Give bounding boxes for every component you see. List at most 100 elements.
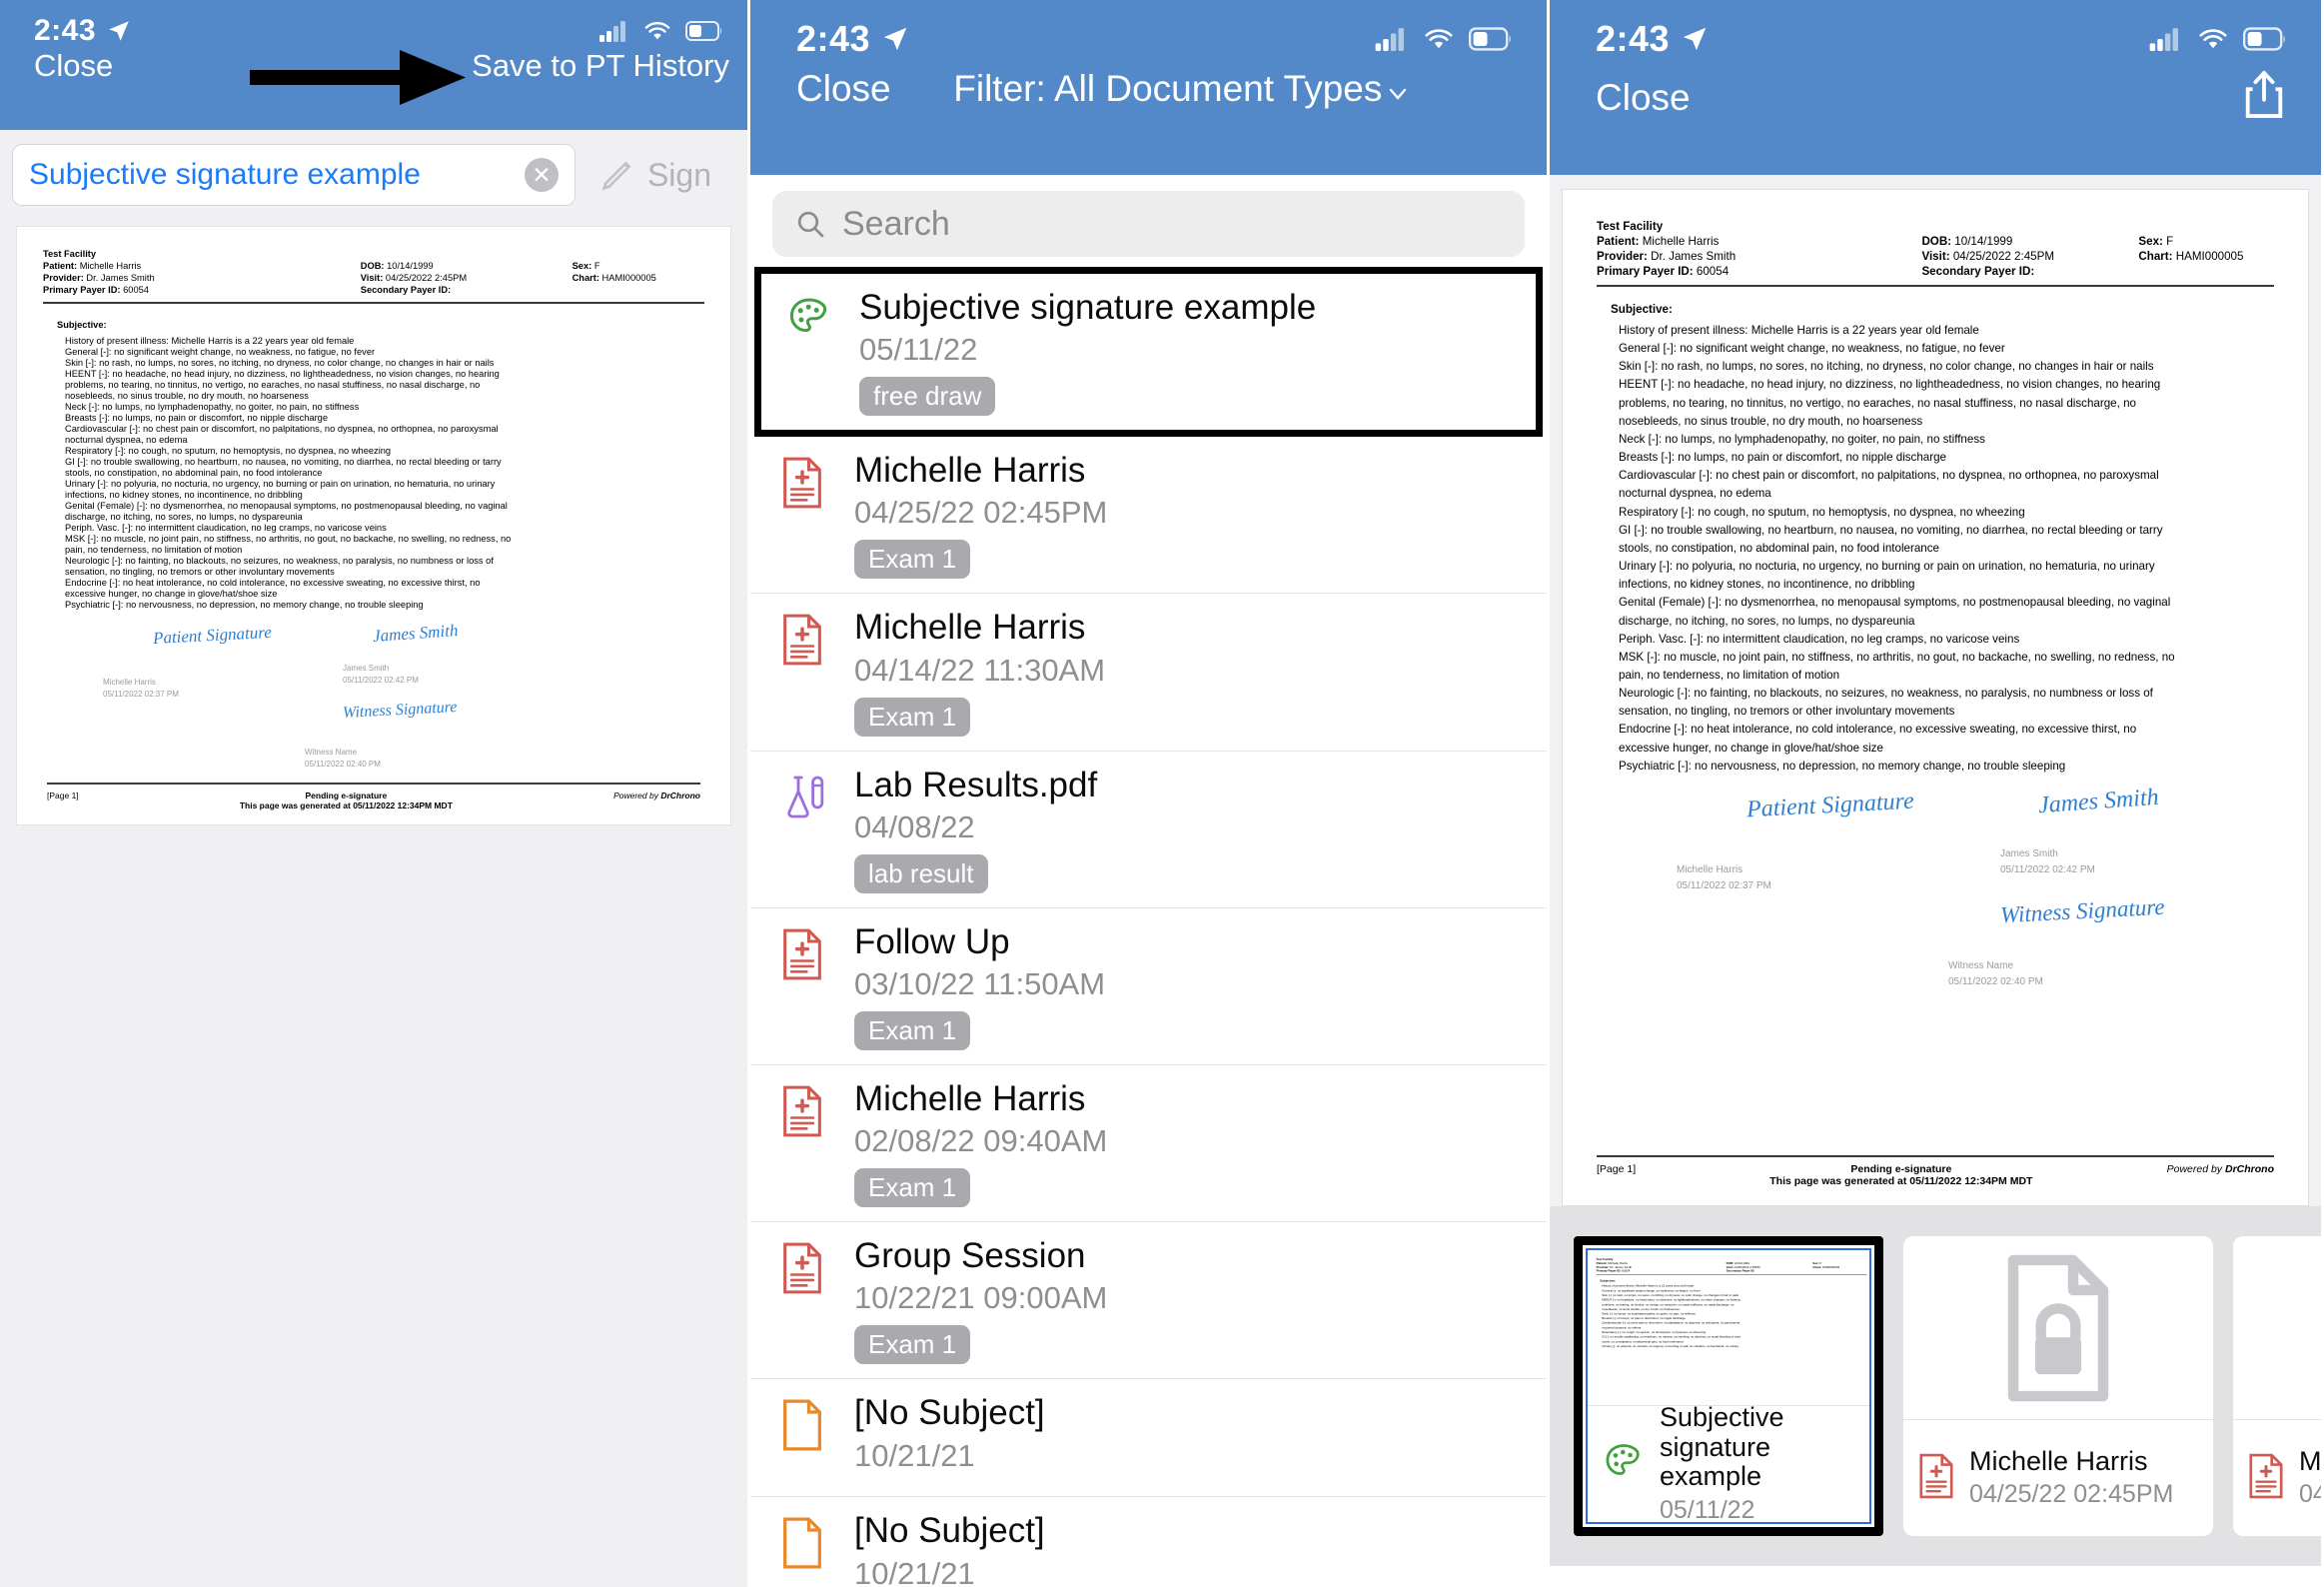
sign-button[interactable]: Sign [576,155,729,195]
close-button[interactable]: Close [796,68,891,110]
body-line: Cardiovascular [-]: no chest pain or dis… [1619,469,2159,483]
sex-label: Sex: [1812,1261,1819,1265]
chart-label: Chart: [2138,250,2173,263]
thumbnail-preview: Test Facility Patient: Michelle Harris P… [1588,1250,1869,1406]
document-preview-panel3[interactable]: Test Facility Patient: Michelle Harris P… [1562,189,2309,1206]
body-line: Periph. Vasc. [-]: no intermittent claud… [65,523,387,533]
medical-document-icon [780,608,832,736]
patient-signature-scribble: Patient Signature [1745,788,1915,823]
clear-circle-icon[interactable]: ✕ [524,158,559,192]
patient-signature-scribble: Patient Signature [152,622,273,649]
list-item[interactable]: Michelle Harris 02/08/22 09:40AM Exam 1 [750,1065,1547,1223]
witness-signature-name: Witness Name [1948,959,2014,971]
primary-payer-value: 60054 [1622,1269,1631,1273]
section-title: Subjective: [1600,1278,1617,1283]
visit-label: Visit: [360,273,384,283]
chart-value: HAMI000005 [601,273,656,283]
thumbnail-caption: Mich 04/1 [2233,1420,2321,1536]
thumbnail-date: 05/11/22 [1660,1496,1755,1525]
body-line: Urinary [-]: no polyuria, no nocturia, n… [65,479,496,489]
wifi-icon [1425,29,1453,49]
body-line: stools, no constipation, no abdominal pa… [65,468,323,478]
witness-signature-scribble: Witness Signature [342,699,458,722]
status-clock: 2:43 [1596,18,1710,60]
list-item-title: Group Session [854,1236,1086,1276]
thumbnail-item[interactable]: Michelle Harris 04/25/22 02:45PM [1903,1236,2213,1536]
list-item[interactable]: Lab Results.pdf 04/08/22 lab result [750,752,1547,908]
location-arrow-icon [883,27,907,51]
document-viewer-area: Test Facility Patient: Michelle Harris P… [1550,175,2321,1206]
list-item-date: 03/10/22 11:50AM [854,965,1106,1001]
footer-page-number: [Page 1] [47,791,79,800]
panel2-navbar: 2:43 Close Filter: All Document Types [750,0,1547,175]
section-title: Subjective: [57,320,107,330]
body-line: General [-]: no significant weight chang… [1619,342,2005,356]
list-item-title: Subjective signature example [859,288,1317,327]
patient-label: Patient: [1597,235,1640,248]
share-button[interactable] [2241,68,2287,127]
provider-label: Provider: [1597,250,1648,263]
share-icon [2245,71,2283,118]
visit-value: 04/25/2022 2:45PM [1952,250,2055,263]
dob-value: 10/14/1999 [1954,235,2013,248]
primary-payer-value: 60054 [123,285,149,295]
body-line: Genital (Female) [-]: no dysmenorrhea, n… [1619,596,2171,610]
location-arrow-icon [109,21,129,41]
filter-button[interactable]: Filter: All Document Types [953,68,1410,110]
body-line: sensation, no tingling, no tremors or ot… [65,567,335,577]
medical-document-icon [780,922,832,1050]
footer-page-number: [Page 1] [1597,1163,1637,1175]
search-input[interactable]: Subjective signature example ✕ [12,144,576,206]
body-line: Neck [-]: no lumps, no lymphadenopathy, … [1619,432,1985,446]
patient-signature-time: 05/11/2022 02:37 PM [103,690,179,699]
list-item[interactable]: Group Session 10/22/21 09:00AM Exam 1 [750,1222,1547,1380]
list-item-tag: Exam 1 [854,540,971,580]
body-line: pain, no tenderness, no limitation of mo… [65,545,243,555]
list-item-title: Michelle Harris [854,451,1086,491]
provider-value: Dr. James Smith [86,273,155,283]
body-line: nosebleeds, no sinus trouble, no dry mou… [1619,414,1923,428]
thumbnail-item[interactable]: Test Facility Patient: Michelle Harris P… [1574,1236,1883,1536]
body-line: Psychiatric [-]: no nervousness, no depr… [65,600,424,610]
black-arrow-pointing-right [250,50,466,105]
lab-flask-icon [780,766,832,893]
facility-name: Test Facility [1597,220,1664,233]
medical-document-icon [780,1236,832,1364]
primary-payer-value: 60054 [1696,265,1730,278]
body-line: Urinary [-]: no polyuria, no nocturia, n… [1602,1344,1740,1348]
list-item-tag: Exam 1 [854,1168,971,1208]
list-item[interactable]: [No Subject] 10/21/21 [750,1379,1547,1498]
list-item[interactable]: Michelle Harris 04/25/22 02:45PM Exam 1 [750,437,1547,595]
body-line: sensation, no tingling, no tremors or ot… [1619,705,1955,719]
body-line: Genital (Female) [-]: no dysmenorrhea, n… [65,501,508,511]
search-input[interactable]: Search [772,191,1525,257]
thumbnail-item[interactable]: Mich 04/1 [2233,1236,2321,1536]
list-item[interactable]: Follow Up 03/10/22 11:50AM Exam 1 [750,908,1547,1065]
provider-signature-time: 05/11/2022 02:42 PM [2000,863,2095,875]
palette-icon [785,288,837,416]
list-item[interactable]: [No Subject] 10/21/21 [750,1497,1547,1587]
patient-label: Patient: [43,261,78,271]
list-item[interactable]: Subjective signature example 05/11/22 fr… [754,267,1543,438]
close-button[interactable]: Close [1596,77,1691,119]
document-preview-panel1[interactable]: Test Facility Patient: Michelle Harris P… [16,226,731,825]
list-item-title: Michelle Harris [854,1078,1086,1118]
body-line: nosebleeds, no sinus trouble, no dry mou… [65,391,309,401]
footer-powered-by: Powered by [613,791,661,800]
thumbnail-strip[interactable]: Test Facility Patient: Michelle Harris P… [1550,1206,2321,1566]
list-item[interactable]: Michelle Harris 04/14/22 11:30AM Exam 1 [750,594,1547,752]
panel3-navbar: 2:43 Close [1550,0,2321,175]
body-line: General [-]: no significant weight chang… [65,347,376,357]
status-bar: 2:43 [750,0,1547,60]
secondary-payer-label: Secondary Payer ID: [1921,265,2035,278]
document-footer: [Page 1] Pending e-signature This page w… [47,783,700,810]
chart-value: HAMI000005 [2175,250,2244,263]
status-bar: 2:43 [0,0,747,48]
panel-document-list: 2:43 Close Filter: All Document Types Se… [747,0,1547,1587]
cellular-signal-icon [599,21,625,42]
status-clock: 2:43 [796,18,910,60]
close-button[interactable]: Close [34,48,113,84]
save-to-pt-history-button[interactable]: Save to PT History [472,48,729,84]
list-item-title: Follow Up [854,921,1010,961]
body-line: discharge, no itching, no sores, no lump… [65,512,303,522]
